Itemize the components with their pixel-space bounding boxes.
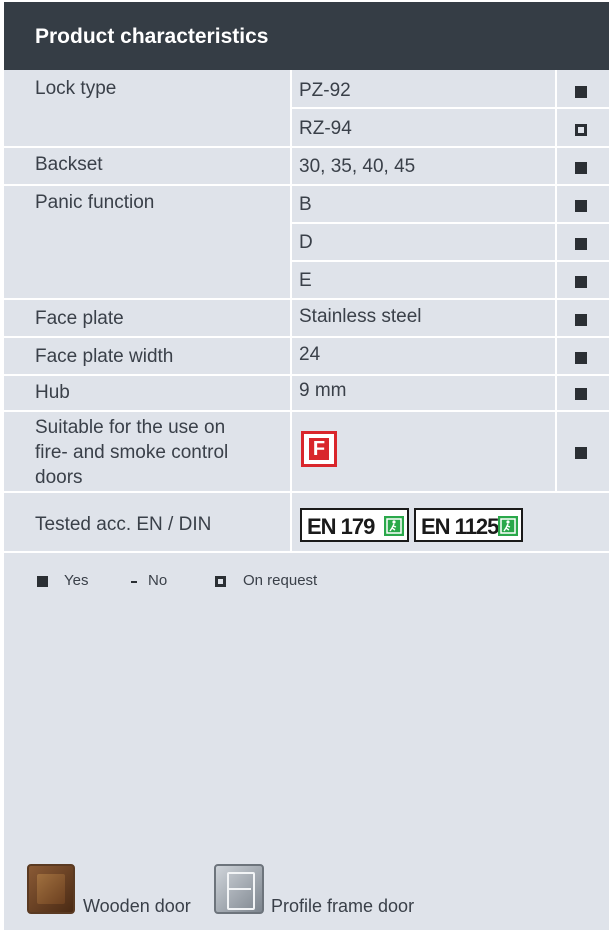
- wooden-door-label: Wooden door: [83, 896, 191, 916]
- row-label: Lock type: [35, 78, 117, 99]
- row-panic-function: Panic function B D E: [4, 186, 609, 300]
- row-label-line: fire- and smoke control: [35, 442, 229, 463]
- legend-on-request-label: On request: [243, 572, 318, 589]
- card-header: Product characteristics: [4, 2, 609, 70]
- sub-divider: [290, 107, 609, 109]
- row-label: Face plate width: [35, 346, 174, 367]
- yes-mark-icon: [575, 162, 587, 174]
- row-label: Panic function: [35, 192, 155, 213]
- row-value: RZ-94: [299, 118, 352, 139]
- yes-mark-icon: [575, 200, 587, 212]
- row-value: 30, 35, 40, 45: [299, 156, 416, 177]
- standard-badge-en1125: EN 1125: [414, 508, 523, 542]
- row-value: B: [299, 194, 312, 215]
- row-hub: Hub 9 mm: [4, 376, 609, 412]
- sub-divider: [290, 222, 609, 224]
- emergency-exit-icon: [498, 516, 518, 536]
- on-request-mark-icon: [575, 124, 587, 136]
- row-label: Hub: [35, 382, 70, 403]
- yes-mark-icon: [575, 314, 587, 326]
- yes-mark-icon: [575, 352, 587, 364]
- legend-no-label: No: [148, 572, 168, 589]
- row-value: Stainless steel: [299, 306, 422, 327]
- yes-mark-icon: [575, 238, 587, 250]
- row-label: Tested acc. EN / DIN: [35, 514, 212, 535]
- row-value: 24: [299, 344, 321, 365]
- standard-label: EN 179: [307, 514, 375, 539]
- row-label-line: doors: [35, 467, 83, 488]
- row-value: D: [299, 232, 313, 253]
- fire-rating-badge: F: [301, 431, 337, 467]
- row-label: Face plate: [35, 308, 124, 329]
- sub-divider: [290, 260, 609, 262]
- fire-rating-letter: F: [309, 438, 329, 460]
- emergency-exit-icon: [384, 516, 404, 536]
- row-backset: Backset 30, 35, 40, 45: [4, 148, 609, 186]
- standard-badge-en179: EN 179: [300, 508, 409, 542]
- profile-frame-door-icon: [214, 864, 264, 914]
- yes-mark-icon: [575, 86, 587, 98]
- product-characteristics-card: Product characteristics Lock type PZ-92 …: [4, 2, 609, 930]
- profile-frame-door-label: Profile frame door: [271, 896, 415, 916]
- legend-yes-icon: [37, 576, 48, 587]
- row-face-plate: Face plate Stainless steel: [4, 300, 609, 338]
- row-value: PZ-92: [299, 80, 351, 101]
- card-title: Product characteristics: [35, 25, 269, 48]
- row-face-plate-width: Face plate width 24: [4, 338, 609, 376]
- row-label: Suitable for the use on fire- and smoke …: [35, 415, 228, 490]
- row-label-line: Suitable for the use on: [35, 417, 226, 438]
- wooden-door-icon: [27, 864, 75, 914]
- yes-mark-icon: [575, 276, 587, 288]
- row-label: Backset: [35, 154, 103, 175]
- row-value: 9 mm: [299, 380, 347, 401]
- row-value: E: [299, 270, 312, 291]
- row-lock-type: Lock type PZ-92 RZ-94: [4, 70, 609, 148]
- yes-mark-icon: [575, 388, 587, 400]
- yes-mark-icon: [575, 447, 587, 459]
- standard-label: EN 1125: [421, 514, 499, 539]
- legend-yes-label: Yes: [64, 572, 89, 589]
- legend-on-request-icon: [215, 576, 226, 587]
- legend-no-icon: [131, 581, 137, 583]
